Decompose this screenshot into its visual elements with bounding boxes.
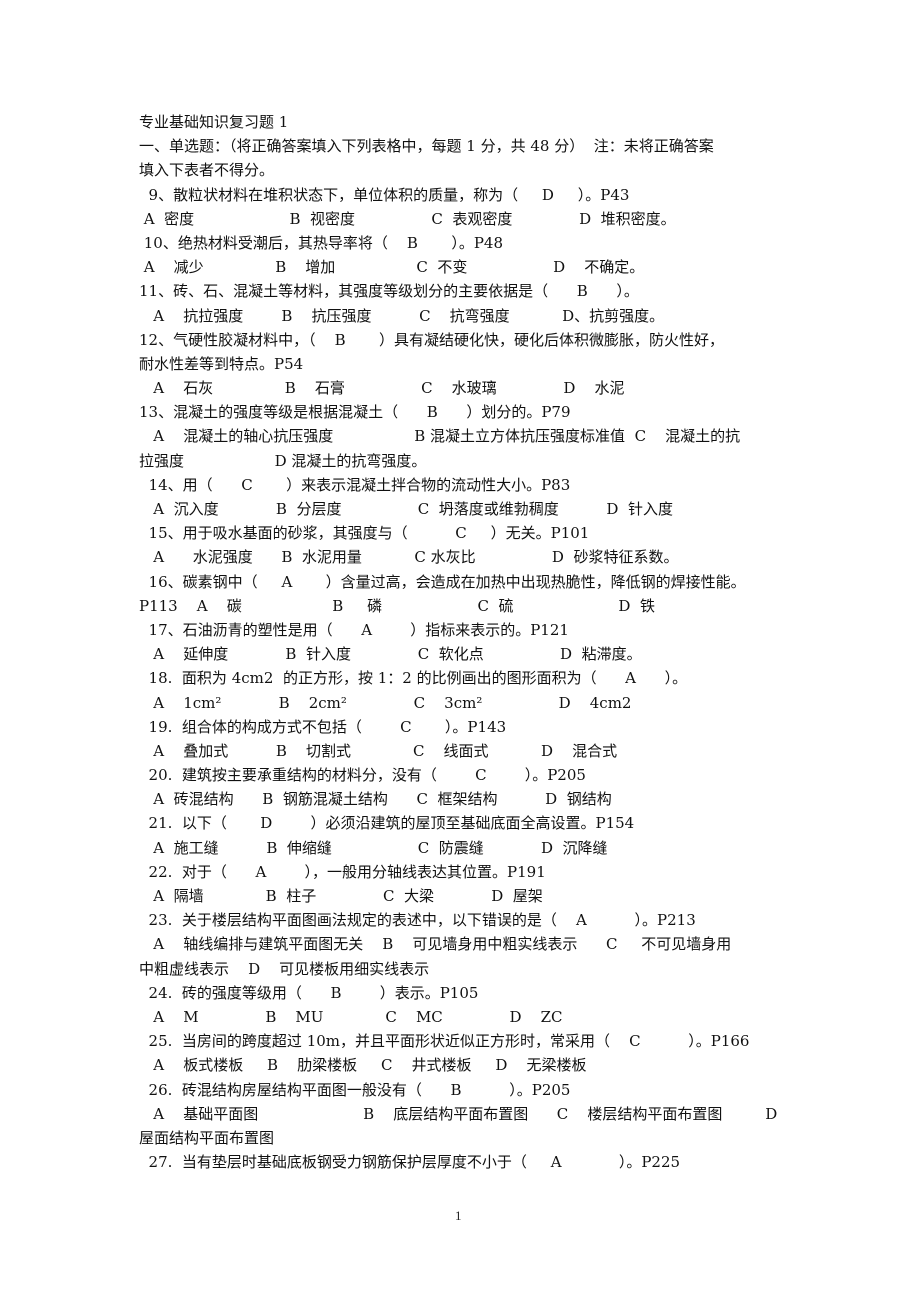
instructions-line: 一、单选题：（将正确答案填入下列表格中，每题 1 分，共 48 分） 注：未将正…	[139, 137, 714, 156]
answer-options: A 轴线编排与建筑平面图无关 B 可见墙身用中粗实线表示 C 不可见墙身用	[139, 935, 732, 954]
answer-options: A 混凝土的轴心抗压强度 B 混凝土立方体抗压强度标准值 C 混凝土的抗	[139, 427, 741, 446]
answer-options: A 砖混结构 B 钢筋混凝土结构 C 框架结构 D 钢结构	[139, 790, 612, 809]
answer-options: A 1cm² B 2cm² C 3cm² D 4cm2	[139, 693, 632, 712]
document-page: 专业基础知识复习题 1 一、单选题：（将正确答案填入下列表格中，每题 1 分，共…	[0, 0, 920, 1302]
question-text: 22. 对于（ A ），一般用分轴线表达其位置。P191	[139, 862, 546, 881]
document-body: 专业基础知识复习题 1 一、单选题：（将正确答案填入下列表格中，每题 1 分，共…	[139, 110, 811, 1174]
question-text: 17、石油沥青的塑性是用（ A ）指标来表示的。P121	[139, 620, 569, 639]
answer-options: A 基础平面图 B 底层结构平面布置图 C 楼层结构平面布置图 D	[139, 1104, 778, 1123]
question-text: 15、用于吸水基面的砂浆，其强度与（ C ）无关。P101	[139, 524, 590, 543]
question-text: 9、散粒状材料在堆积状态下，单位体积的质量，称为（ D ）。P43	[139, 185, 630, 204]
document-title: 专业基础知识复习题 1	[139, 113, 289, 131]
answer-options: A 减少 B 增加 C 不变 D 不确定。	[139, 258, 645, 277]
question-text: 16、碳素钢中（ A ）含量过高，会造成在加热中出现热脆性，降低钢的焊接性能。	[139, 572, 746, 591]
question-continuation: 耐水性差等到特点。P54	[139, 354, 304, 373]
question-text: 10、绝热材料受潮后，其热导率将（ B ）。P48	[139, 233, 504, 252]
answer-options: A 叠加式 B 切割式 C 线面式 D 混合式	[139, 741, 618, 760]
answer-options: P113 A 碳 B 磷 C 硫 D 铁	[139, 596, 655, 615]
question-text: 27. 当有垫层时基础底板钢受力钢筋保护层厚度不小于（ A ）。P225	[139, 1153, 681, 1172]
question-text: 12、气硬性胶凝材料中，（ B ）具有凝结硬化快，硬化后体积微膨胀，防火性好，	[139, 330, 725, 349]
question-text: 26. 砖混结构房屋结构平面图一般没有（ B ）。P205	[139, 1080, 571, 1099]
instructions-line: 填入下表者不得分。	[139, 161, 275, 180]
answer-options: A 密度 B 视密度 C 表观密度 D 堆积密度。	[139, 209, 676, 228]
question-text: 11、砖、石、混凝土等材料，其强度等级划分的主要依据是（ B ）。	[139, 282, 639, 301]
question-text: 23. 关于楼层结构平面图画法规定的表述中，以下错误的是（ A ）。P213	[139, 911, 696, 930]
question-continuation: 中粗虚线表示 D 可见楼板用细实线表示	[139, 959, 430, 978]
answer-options: A M B MU C MC D ZC	[139, 1007, 563, 1026]
question-text: 13、混凝土的强度等级是根据混凝土（ B ）划分的。P79	[139, 403, 571, 422]
page-number: 1	[455, 1208, 462, 1223]
question-text: 24. 砖的强度等级用（ B ）表示。P105	[139, 983, 479, 1002]
question-text: 14、用（ C ）来表示混凝土拌合物的流动性大小。P83	[139, 475, 571, 494]
question-text: 25. 当房间的跨度超过 10m，并且平面形状近似正方形时，常采用（ C ）。P…	[139, 1032, 750, 1051]
question-list: 9、散粒状材料在堆积状态下，单位体积的质量，称为（ D ）。P43 A 密度 B…	[139, 183, 811, 1175]
question-text: 18. 面积为 4cm2 的正方形，按 1：2 的比例画出的图形面积为（ A ）…	[139, 669, 688, 688]
answer-options: A 沉入度 B 分层度 C 坍落度或维勃稠度 D 针入度	[139, 500, 673, 518]
question-text: 19. 组合体的构成方式不包括（ C ）。P143	[139, 717, 507, 736]
question-text: 20. 建筑按主要承重结构的材料分，没有（ C ）。P205	[139, 766, 586, 785]
question-text: 21. 以下（ D ）必须沿建筑的屋顶至基础底面全高设置。P154	[139, 814, 635, 833]
answer-options: A 水泥强度 B 水泥用量 C 水灰比 D 砂浆特征系数。	[139, 548, 679, 567]
answer-options: A 板式楼板 B 肋梁楼板 C 井式楼板 D 无梁楼板	[139, 1056, 587, 1075]
question-continuation: 拉强度 D 混凝土的抗弯强度。	[139, 451, 427, 470]
answer-options: A 延伸度 B 针入度 C 软化点 D 粘滞度。	[139, 645, 642, 664]
answer-options: A 施工缝 B 伸缩缝 C 防震缝 D 沉降缝	[139, 838, 608, 857]
answer-options: A 抗拉强度 B 抗压强度 C 抗弯强度 D、抗剪强度。	[139, 306, 665, 325]
question-continuation: 屋面结构平面布置图	[139, 1128, 275, 1147]
answer-options: A 隔墙 B 柱子 C 大梁 D 屋架	[139, 887, 543, 905]
answer-options: A 石灰 B 石膏 C 水玻璃 D 水泥	[139, 379, 625, 398]
